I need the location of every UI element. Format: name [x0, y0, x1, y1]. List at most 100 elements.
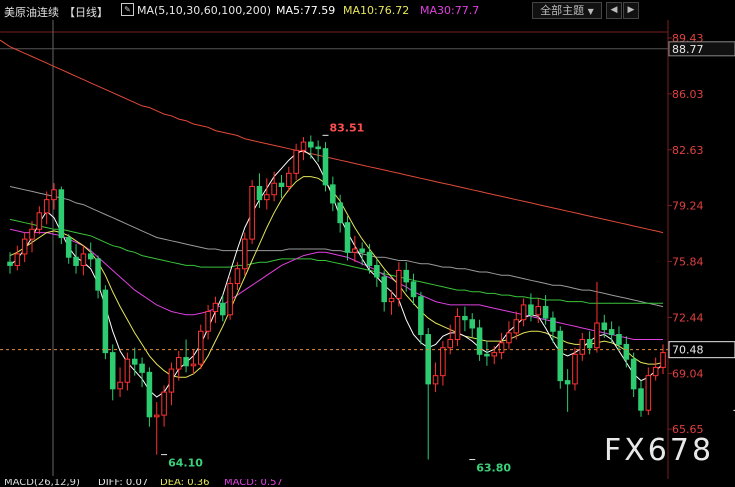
candle-body[interactable]	[124, 358, 131, 383]
candle-body[interactable]	[396, 269, 402, 299]
candle-body[interactable]	[506, 332, 512, 344]
candle-body[interactable]	[65, 236, 72, 258]
candle-body[interactable]	[344, 222, 351, 253]
candle-body[interactable]	[300, 141, 307, 151]
prev-button[interactable]: ◀	[606, 2, 622, 19]
candle-body[interactable]	[7, 261, 13, 266]
candle-body[interactable]	[550, 317, 556, 332]
candle-body[interactable]	[462, 315, 468, 321]
candle-body[interactable]	[337, 202, 343, 224]
candle-body[interactable]	[601, 322, 608, 331]
candle-body[interactable]	[447, 338, 453, 349]
candle-body[interactable]	[153, 414, 160, 418]
candle-body[interactable]	[315, 146, 321, 150]
candle-body[interactable]	[227, 283, 233, 316]
candle-body[interactable]	[205, 311, 211, 332]
period-label[interactable]: 【日线】	[64, 4, 108, 20]
candle-body[interactable]	[528, 304, 534, 316]
candle-body[interactable]	[330, 184, 336, 204]
candle-body[interactable]	[131, 358, 138, 365]
candle-body[interactable]	[454, 315, 461, 340]
candle-body[interactable]	[95, 258, 101, 291]
candle-body[interactable]	[220, 302, 226, 316]
candle-body[interactable]	[109, 352, 116, 390]
candle-body[interactable]	[535, 306, 542, 316]
candle-body[interactable]	[652, 366, 659, 377]
candle-body[interactable]	[43, 199, 50, 214]
candle-body[interactable]	[308, 141, 314, 148]
candle-body[interactable]	[175, 357, 182, 370]
candle-body[interactable]	[87, 253, 94, 260]
candle-body[interactable]	[139, 363, 145, 373]
candle-body[interactable]	[498, 342, 505, 354]
candle-body[interactable]	[58, 189, 65, 238]
candle-body[interactable]	[440, 347, 446, 377]
candle-body[interactable]	[80, 253, 87, 266]
candle-body[interactable]	[630, 358, 637, 390]
candle-body[interactable]	[322, 148, 329, 186]
candle-body[interactable]	[117, 381, 123, 390]
candle-body[interactable]	[520, 304, 527, 321]
candlestick-chart[interactable]: 89.4386.0382.6379.2475.8472.4469.0465.65…	[0, 20, 735, 479]
candle-body[interactable]	[29, 228, 35, 240]
candle-body[interactable]	[557, 330, 564, 382]
candle-body[interactable]	[418, 296, 424, 336]
candle-body[interactable]	[14, 253, 21, 266]
candle-body[interactable]	[403, 269, 409, 283]
candle-body[interactable]	[286, 172, 292, 187]
candle-body[interactable]	[242, 238, 248, 270]
candle-body[interactable]	[388, 297, 395, 303]
candle-body[interactable]	[542, 306, 549, 319]
candle-body[interactable]	[432, 375, 439, 385]
candle-body[interactable]	[73, 256, 79, 266]
candle-body[interactable]	[102, 289, 109, 354]
candle-body[interactable]	[484, 353, 490, 357]
candle-body[interactable]	[572, 353, 578, 385]
next-button[interactable]: ▶	[623, 2, 639, 19]
candle-body[interactable]	[51, 189, 57, 201]
candle-body[interactable]	[491, 352, 498, 357]
candle-body[interactable]	[190, 363, 197, 367]
candle-body[interactable]	[513, 319, 520, 334]
chevron-down-icon: ▼	[587, 7, 594, 16]
candle-body[interactable]	[564, 380, 571, 385]
candle-body[interactable]	[197, 330, 204, 365]
candle-body[interactable]	[579, 338, 586, 355]
candle-body[interactable]	[586, 338, 593, 349]
candle-body[interactable]	[234, 268, 241, 285]
ma10-value: MA10:76.72	[343, 4, 410, 17]
candle-body[interactable]	[476, 327, 483, 355]
candle-body[interactable]	[616, 334, 622, 345]
candle-body[interactable]	[638, 388, 644, 411]
candle-body[interactable]	[608, 329, 615, 336]
candle-body[interactable]	[183, 357, 189, 367]
candle-body[interactable]	[374, 264, 380, 278]
candle-body[interactable]	[249, 185, 255, 240]
candle-body[interactable]	[271, 182, 277, 196]
y-tick-label: 69.04	[672, 367, 704, 380]
candle-body[interactable]	[36, 212, 43, 230]
candle-body[interactable]	[256, 185, 263, 201]
candle-body[interactable]	[293, 149, 299, 174]
candle-body[interactable]	[359, 248, 365, 253]
candle-body[interactable]	[594, 322, 600, 349]
candle-body[interactable]	[168, 368, 175, 393]
candle-body[interactable]	[146, 371, 153, 418]
candle-body[interactable]	[410, 281, 417, 298]
candle-body[interactable]	[264, 194, 270, 201]
candle-body[interactable]	[21, 238, 28, 255]
candle-body[interactable]	[352, 248, 358, 253]
theme-dropdown[interactable]: 全部主题 ▼	[532, 2, 602, 19]
candle-body[interactable]	[660, 352, 666, 368]
candle-body[interactable]	[366, 251, 373, 266]
candle-body[interactable]	[623, 343, 630, 360]
candle-body[interactable]	[161, 391, 167, 416]
candle-body[interactable]	[212, 302, 219, 313]
candle-body[interactable]	[425, 334, 431, 385]
candle-body[interactable]	[469, 319, 476, 329]
candle-body[interactable]	[278, 182, 285, 187]
y-tick-label: 79.24	[672, 200, 704, 213]
candle-body[interactable]	[645, 375, 652, 411]
indicator-settings-icon[interactable]: ✎	[121, 3, 134, 16]
candle-body[interactable]	[381, 276, 387, 303]
